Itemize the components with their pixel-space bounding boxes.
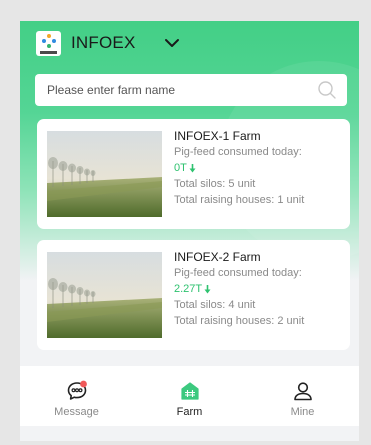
chevron-down-icon[interactable] <box>164 38 180 48</box>
message-icon <box>67 380 87 400</box>
notification-badge <box>79 380 87 388</box>
search-input[interactable] <box>47 83 307 97</box>
farm-name: INFOEX-2 Farm <box>174 250 261 264</box>
feed-label: Pig-feed consumed today: <box>174 267 302 279</box>
farm-card[interactable]: INFOEX-1 Farm Pig-feed consumed today: 0… <box>37 119 350 229</box>
search-icon[interactable] <box>317 80 337 100</box>
feed-value: 2.27T <box>174 281 344 297</box>
farm-icon <box>180 382 199 400</box>
arrow-down-icon <box>189 163 196 172</box>
farm-thumbnail <box>47 252 162 338</box>
tab-message[interactable]: Message <box>20 366 133 426</box>
houses-count: Total raising houses: 1 unit <box>174 194 305 206</box>
feed-label: Pig-feed consumed today: <box>174 146 302 158</box>
farm-info: INFOEX-1 Farm Pig-feed consumed today: 0… <box>174 129 344 208</box>
app-screen: INFOEX Please enter farm name INFOEX-1 F… <box>20 21 359 441</box>
arrow-down-icon <box>204 284 211 293</box>
tab-mine[interactable]: Mine <box>246 366 359 426</box>
feed-value: 0T <box>174 160 344 176</box>
tab-label: Mine <box>290 406 315 418</box>
farm-card[interactable]: INFOEX-2 Farm Pig-feed consumed today: 2… <box>37 240 350 350</box>
farm-name: INFOEX-1 Farm <box>174 129 261 143</box>
tab-label: Farm <box>176 406 203 418</box>
farm-info: INFOEX-2 Farm Pig-feed consumed today: 2… <box>174 250 344 329</box>
feed-amount: 2.27T <box>174 283 203 295</box>
silos-count: Total silos: 5 unit <box>174 178 256 190</box>
houses-count: Total raising houses: 2 unit <box>174 315 305 327</box>
org-logo-icon <box>36 30 61 56</box>
bottom-tab-bar: Message Farm Mine <box>20 366 359 426</box>
tab-label: Message <box>54 406 99 418</box>
feed-amount: 0T <box>174 162 187 174</box>
user-icon <box>293 382 312 401</box>
org-switcher[interactable]: INFOEX <box>36 29 180 57</box>
farm-thumbnail <box>47 131 162 217</box>
silos-count: Total silos: 4 unit <box>174 299 256 311</box>
tab-farm[interactable]: Farm <box>133 366 246 426</box>
org-name: INFOEX <box>71 33 136 52</box>
search-bar <box>35 74 347 106</box>
